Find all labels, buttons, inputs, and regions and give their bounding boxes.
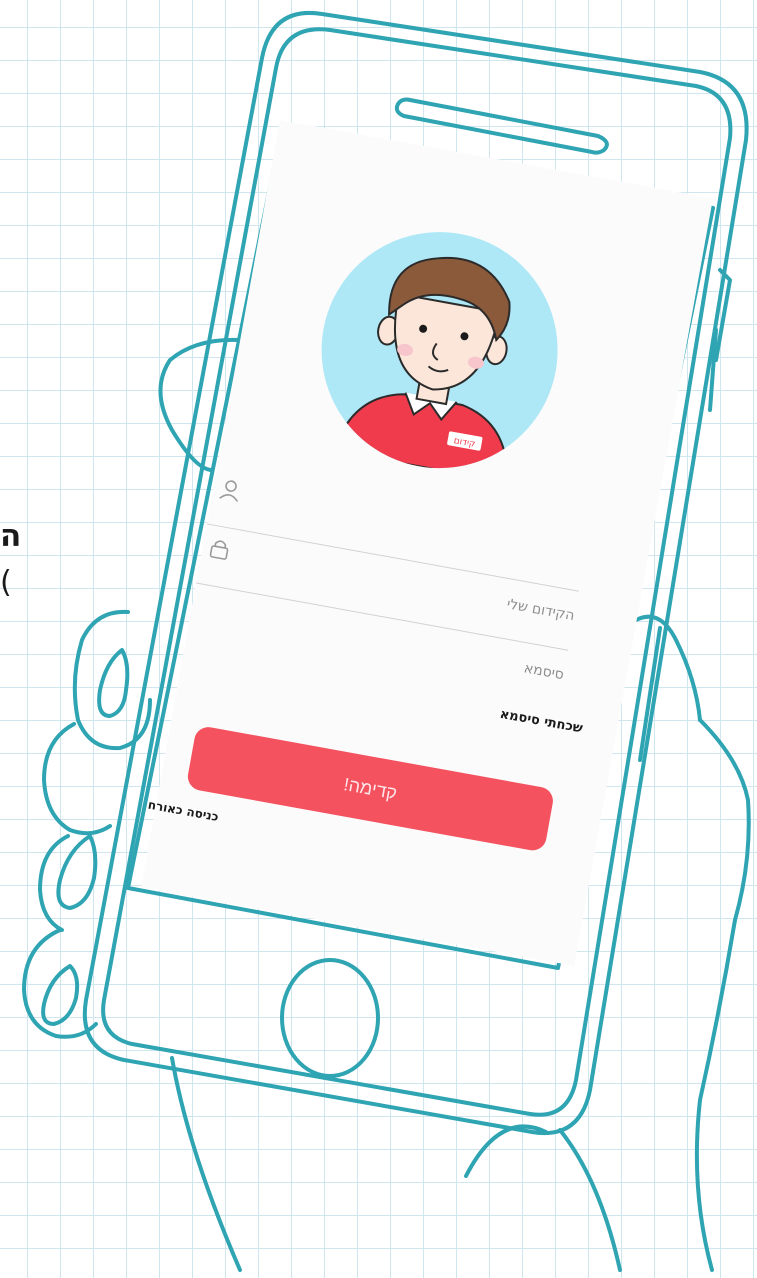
avatar: קידום [302, 212, 577, 488]
forgot-password-link[interactable]: שכחתי סיסמא [499, 707, 584, 737]
submit-button[interactable]: קדימה! [185, 724, 556, 853]
password-placeholder: סיסמא [522, 660, 566, 684]
guest-login-link[interactable]: כניסה כאורח [147, 798, 220, 824]
mascot-avatar-icon: קידום [332, 256, 511, 484]
lock-icon [206, 536, 232, 566]
user-icon [217, 477, 243, 507]
